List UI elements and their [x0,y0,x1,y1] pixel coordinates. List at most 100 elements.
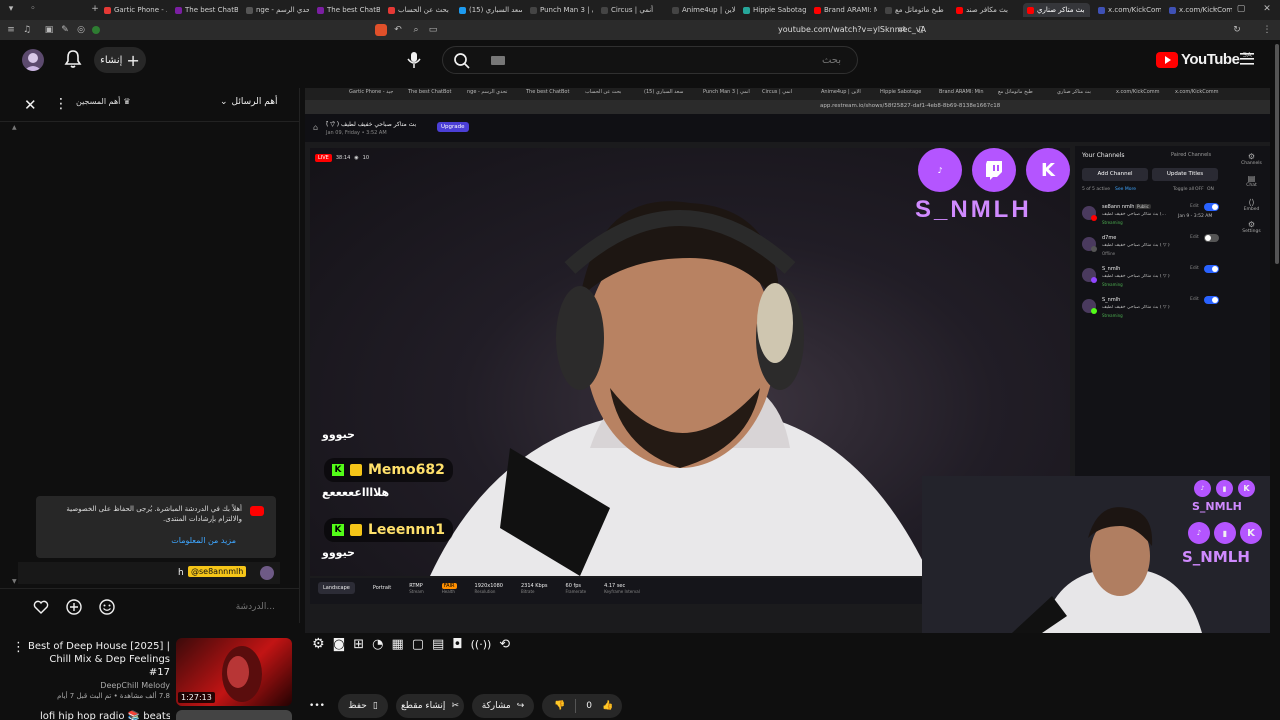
browser-tab[interactable]: بحث عن الحساب [384,3,451,17]
broadcast-icon[interactable]: ((·)) [471,638,492,651]
top-subscribers-filter[interactable]: ♛ أهم المسجين [76,97,131,106]
edit-channel-button[interactable]: Edit [1190,266,1199,271]
close-chat-icon[interactable]: ✕ [24,96,37,114]
brave-shield-icon[interactable] [375,24,387,36]
camera-icon[interactable]: ◘ [452,637,462,652]
browser-tab[interactable]: The best ChatBot [171,3,238,17]
extension-icon[interactable]: ✎ [60,25,70,35]
clip-button[interactable]: إنشاء مقطع ✂ [396,694,464,718]
video-player[interactable]: Gartic Phone - جيد The best ChatBot nge - … [305,88,1270,633]
nav-channels[interactable]: ⚙ Channels [1233,152,1270,166]
screenshot-icon[interactable]: ◙ [333,637,346,652]
loop-icon[interactable]: ⟲ [499,637,510,652]
rec-channel-1[interactable]: DeepChill Melody [28,681,170,690]
browser-tab[interactable]: بث مكافر صند [952,3,1019,17]
browser-tab[interactable]: Hippie Sabotage [739,3,806,17]
heart-icon[interactable] [33,599,49,615]
rec-title-1[interactable]: Best of Deep House [2025] | Chill Mix & … [28,640,170,679]
browser-tab[interactable]: The best ChatBot [313,3,380,17]
upgrade-button[interactable]: Upgrade [437,122,469,132]
rec-thumbnail-1[interactable]: 1:27:13 [176,638,292,706]
browser-tab[interactable]: طبخ ماتوماتل مع [881,3,948,17]
reload-icon[interactable]: ↻ [1232,25,1242,35]
new-tab-icon[interactable]: + [90,4,100,14]
channel-toggle[interactable] [1204,296,1219,304]
avatar[interactable] [22,49,44,71]
maximize-icon[interactable]: ▢ [1236,4,1246,14]
rec-video-1[interactable]: Best of Deep House [2025] | Chill Mix & … [28,640,170,700]
nav-embed[interactable]: ⟨⟩ Embed [1233,198,1270,212]
chat-mode-dropdown[interactable]: ⌄ أهم الرسائل [220,97,277,107]
channel-row[interactable]: S_nmlh بث متاكر صباحي خفيف لطيف ( ̄▽ ̄) St… [1080,264,1230,292]
vpn-icon[interactable] [92,26,100,34]
crop-icon[interactable]: ▢ [412,637,424,652]
minimize-icon[interactable]: – [1210,4,1220,14]
emoji-icon[interactable] [99,599,115,615]
rec-thumbnail-2[interactable] [176,710,292,720]
keyboard-icon[interactable] [491,56,505,65]
see-more-link[interactable]: See More [1115,187,1136,192]
close-window-icon[interactable]: ✕ [1262,4,1272,14]
chat-menu-icon[interactable]: ⋮ [54,96,68,112]
sidebar-icon[interactable]: ≡ [6,25,16,35]
search-small-icon[interactable]: ⌕ [411,25,421,35]
search-icon[interactable] [453,52,471,70]
add-frame-icon[interactable]: ⊞ [353,637,364,652]
channel-toggle[interactable] [1204,234,1219,242]
browser-tab[interactable]: x.com/KickComm [1165,3,1232,17]
browser-tab[interactable]: (15) سعد السباري [455,3,522,17]
channel-toggle[interactable] [1204,265,1219,273]
toggle-off-label[interactable]: OFF [1195,187,1204,192]
browser-tab[interactable]: Brand ARAMI: Min [810,3,877,17]
toggle-on-label[interactable]: ON [1207,187,1214,192]
stat-item[interactable]: Portrait [373,585,391,591]
browser-tab[interactable]: Circus | أنمي [597,3,664,17]
voice-search-button[interactable] [402,48,426,72]
back-icon[interactable]: ↶ [393,25,403,35]
edit-channel-button[interactable]: Edit [1190,297,1199,302]
nav-settings[interactable]: ⚙ Settings [1233,220,1270,234]
chat-input[interactable] [125,597,275,617]
tab-menu-icon[interactable]: ▾ [6,4,16,14]
browser-tab[interactable]: Anime4up | الاين [668,3,735,17]
frame-icon[interactable]: ▦ [391,637,403,652]
browser-tab[interactable]: Punch Man 3 | أنمي [526,3,593,17]
settings-gear-icon[interactable]: ⚙ [312,636,325,652]
snapshot-icon[interactable]: ▣ [44,25,54,35]
scroll-up-arrow-icon[interactable]: ▲ [12,124,17,131]
like-icon[interactable]: 👍 [602,701,613,711]
nav-chat[interactable]: ▤ Chat [1233,174,1270,188]
notifications-icon[interactable] [64,49,82,69]
ad-block-icon[interactable]: ◎ [76,25,86,35]
share-button[interactable]: مشاركة ↪ [472,694,534,718]
tab-search-icon[interactable]: ◦ [28,4,38,14]
rec-title-2[interactable]: lofi hip hop radio 📚 beats to [40,710,170,720]
youtube-logo[interactable]: YouTube SA [1156,51,1252,68]
dislike-icon[interactable]: 👎 [554,701,565,711]
browser-tab[interactable]: nge - تحدي الرسم [242,3,309,17]
channel-row[interactable]: S_nmlh بث متاكر صباحي خفيف لطيف ( ̄▽ ̄) St… [1080,295,1230,323]
browser-tab[interactable]: بث متاكر صناري [1023,3,1090,17]
stat-item[interactable]: Landscape [318,582,355,594]
browser-tab[interactable]: x.com/KickComm [1094,3,1161,17]
music-icon[interactable]: ♫ [22,25,32,35]
save-button[interactable]: حفظ ▯ [338,694,388,718]
translate-icon[interactable]: ⇄ [897,25,907,35]
edit-channel-button[interactable]: Edit [1190,204,1199,209]
speed-icon[interactable]: ◔ [372,637,383,652]
browser-tab[interactable]: Gartic Phone - جيد [100,3,167,17]
video-menu-icon[interactable]: ⋮ [12,640,25,655]
add-channel-button[interactable]: Add Channel [1082,168,1148,181]
create-button[interactable]: إنشاء + [94,47,146,73]
channel-toggle[interactable] [1204,203,1219,211]
bookmark-icon[interactable]: ▯ [916,25,926,35]
message-author[interactable]: @se8annmlh [188,566,247,577]
add-icon[interactable] [66,599,82,615]
home-icon[interactable]: ⌂ [313,123,318,132]
hamburger-menu-icon[interactable] [1240,53,1254,67]
scroll-down-arrow-icon[interactable]: ▼ [12,578,17,585]
page-scrollbar[interactable] [1274,40,1280,720]
more-actions-button[interactable]: ••• [306,694,328,718]
channel-row[interactable]: d7me بث متاكر صباحي خفيف لطيف ( ̄▽ ̄) Offl… [1080,233,1230,261]
menu-dots-icon[interactable]: ⋮ [1262,25,1272,35]
